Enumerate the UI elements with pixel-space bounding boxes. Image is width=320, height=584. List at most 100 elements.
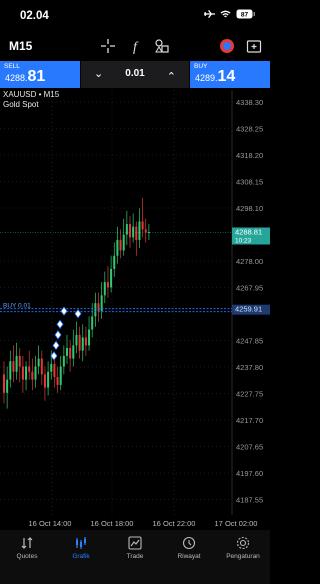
price-tick-label: 4197.60 (236, 469, 263, 478)
price-tick-label: 4247.85 (236, 337, 263, 346)
chart-toolbar: M15 f (0, 34, 270, 58)
lot-increase-chevron-up-icon[interactable]: ⌃ (167, 70, 176, 83)
candle-body (25, 366, 28, 380)
candle-body (40, 358, 43, 375)
time-tick-label: 16 Oct 18:00 (91, 519, 134, 528)
status-bar: 02.04 87 (0, 0, 270, 32)
candle-body (122, 234, 125, 251)
candle-body (84, 337, 87, 346)
sell-button[interactable]: SELL 4288.81 (0, 61, 80, 88)
candle-body (53, 363, 56, 378)
price-tick-label: 4227.75 (236, 390, 263, 399)
svg-text:f: f (133, 40, 139, 54)
timeframe-selector[interactable]: M15 (9, 39, 32, 53)
chart-overlay: 4288.8110:23 BUY 0.01 4259.91 (0, 227, 270, 361)
candle-body (28, 366, 31, 372)
candle-body (119, 239, 122, 251)
one-click-trading-icon[interactable] (219, 38, 235, 54)
price-tick-label: 4278.00 (236, 257, 263, 266)
candle-body (34, 366, 37, 380)
candle-body (116, 239, 119, 256)
candle-body (66, 348, 68, 356)
candle-body (125, 224, 128, 235)
candle-body (106, 282, 109, 288)
time-tick-label: 17 Oct 02:00 (215, 519, 258, 528)
candle-body (9, 361, 12, 380)
candle-body (37, 358, 40, 367)
status-time: 02.04 (20, 10, 49, 22)
sell-price: 4288.81 (5, 68, 46, 85)
objects-icon[interactable] (154, 38, 170, 54)
battery-icon: 87 (236, 9, 255, 19)
buy-order-label: BUY 0.01 (3, 303, 31, 310)
settings-icon (236, 536, 250, 550)
time-tick-label: 16 Oct 14:00 (29, 519, 72, 528)
airplane-icon (204, 9, 215, 19)
nav-history[interactable]: Riwayat (162, 536, 216, 560)
candle-body (69, 348, 72, 359)
price-tick-label: 4298.10 (236, 204, 263, 213)
buy-button[interactable]: BUY 4289.14 (190, 61, 270, 88)
bar-time-label: 10:23 (235, 237, 252, 244)
candle-body (59, 366, 62, 385)
candle-body (15, 355, 18, 372)
chart-info: XAUUSD • M15 Gold Spot (3, 90, 59, 110)
wifi-icon (220, 10, 231, 17)
trade-marker (74, 309, 82, 319)
candle-body (88, 329, 91, 346)
trade-marker (56, 319, 64, 329)
price-chart[interactable]: 4338.30 4328.25 4318.20 4308.15 4298.10 4278.… (0, 90, 270, 530)
price-tick-label: 4237.80 (236, 363, 263, 372)
bottom-navigation: Quotes Grafik Trade Riwayat Pengaturan (0, 530, 270, 584)
candle-body (78, 334, 81, 351)
candle-body (43, 374, 46, 388)
nav-settings[interactable]: Pengaturan (216, 536, 270, 560)
quotes-icon (21, 537, 33, 549)
price-axis: 4338.30 4328.25 4318.20 4308.15 4298.10 4278.… (236, 98, 263, 505)
trade-icon (128, 536, 142, 550)
candle-body (56, 377, 59, 385)
candle-body (47, 371, 50, 388)
candle-body (72, 345, 75, 359)
price-tick-label: 4308.15 (236, 178, 263, 187)
price-tick-label: 4187.55 (236, 496, 263, 505)
trade-marker (60, 306, 68, 316)
candle-body (21, 366, 24, 380)
price-tick-label: 4318.20 (236, 151, 263, 160)
price-tick-label: 4267.95 (236, 284, 263, 293)
candle-body (135, 226, 138, 240)
candle-body (138, 221, 141, 240)
symbol-name: Gold Spot (3, 100, 39, 109)
crosshair-icon[interactable] (100, 38, 116, 54)
time-tick-label: 16 Oct 22:00 (153, 519, 196, 528)
candle-body (91, 316, 94, 330)
trade-marker (52, 340, 60, 351)
candle-body (132, 226, 135, 238)
chart-icon (76, 537, 86, 549)
trade-marker (54, 330, 62, 340)
candle-body (62, 355, 65, 367)
nav-chart[interactable]: Grafik (54, 536, 108, 560)
price-tick-label: 4338.30 (236, 98, 263, 107)
status-icons: 87 (204, 9, 256, 19)
nav-trade[interactable]: Trade (108, 536, 162, 560)
buy-price: 4289.14 (195, 68, 236, 85)
nav-quotes[interactable]: Quotes (0, 536, 54, 560)
candle-body (75, 334, 78, 346)
candle-body (94, 303, 97, 317)
candle-body (129, 224, 131, 238)
new-order-icon[interactable] (246, 38, 262, 54)
indicator-f-icon[interactable]: f (127, 38, 143, 54)
symbol-line: XAUUSD • M15 (3, 90, 60, 99)
candle-body (12, 361, 15, 372)
candle-body (81, 337, 84, 351)
candle-body (18, 355, 21, 367)
current-price-label: 4288.81 (235, 227, 262, 236)
candle-body (144, 229, 147, 233)
trade-panel: SELL 4288.81 ⌄ 0.01 ⌃ BUY 4289.14 (0, 61, 270, 88)
candle-body (97, 303, 100, 312)
price-tick-label: 4207.65 (236, 443, 263, 452)
candle-body (113, 255, 116, 269)
history-icon (182, 536, 196, 550)
candle-body (50, 363, 53, 372)
